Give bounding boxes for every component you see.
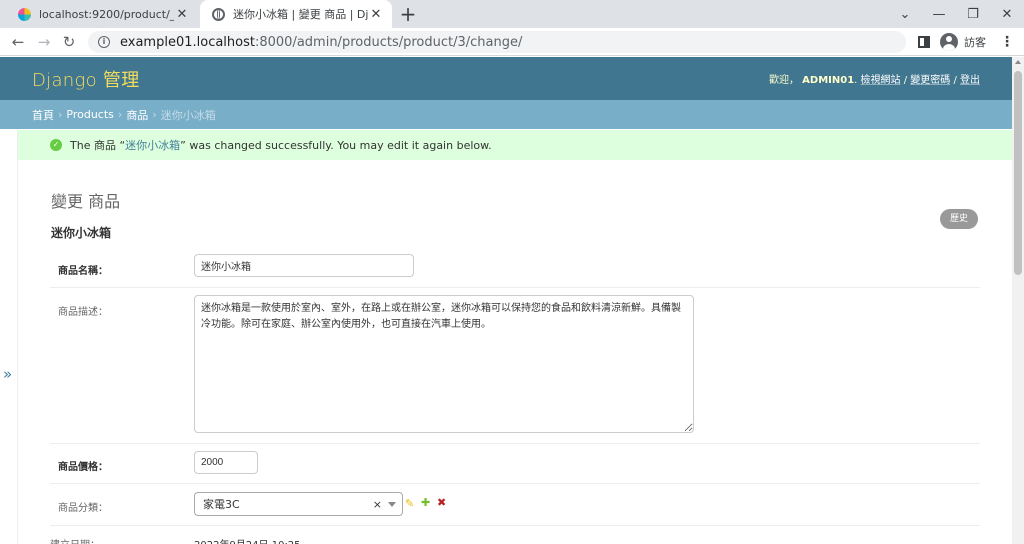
browser-tab-search[interactable]: localhost:9200/product/_search ✕ — [6, 0, 198, 28]
breadcrumb-model[interactable]: 商品 — [126, 107, 148, 123]
delete-related-icon[interactable]: ✖ — [437, 496, 446, 509]
description-textarea[interactable]: 迷你冰箱是一款使用於室內、室外，在路上或在辦公室，迷你冰箱可以保持您的食品和飲料… — [194, 295, 694, 433]
form-row-description: 商品描述： 迷你冰箱是一款使用於室內、室外，在路上或在辦公室，迷你冰箱可以保持您… — [50, 288, 980, 444]
address-bar[interactable]: i example01.localhost:8000/admin/product… — [88, 31, 906, 53]
site-branding[interactable]: Django 管理 — [32, 66, 140, 92]
breadcrumb-home[interactable]: 首頁 — [32, 107, 54, 123]
welcome-text: 歡迎， — [768, 75, 799, 86]
browser-tab-admin[interactable]: 迷你小冰箱 | 變更 商品 | Django ✕ — [200, 0, 392, 28]
url-text: example01.localhost:8000/admin/products/… — [120, 34, 523, 50]
username: ADMIN01 — [802, 75, 855, 86]
site-info-icon[interactable]: i — [98, 36, 110, 48]
avatar-icon — [940, 33, 958, 51]
profile-name: 訪客 — [964, 36, 986, 49]
minimize-button[interactable]: — — [922, 7, 956, 22]
scrollbar-thumb[interactable] — [1014, 71, 1022, 275]
created-value: 2022年9月24日 10:25 — [194, 536, 301, 544]
close-tab-icon[interactable]: ✕ — [174, 7, 190, 22]
message-object-link[interactable]: 迷你小冰箱 — [125, 139, 180, 152]
category-label: 商品分類： — [58, 503, 108, 514]
elastic-icon — [18, 7, 31, 21]
forward-button[interactable]: → — [34, 32, 54, 52]
clear-selection-icon[interactable]: × — [373, 498, 382, 511]
close-tab-icon[interactable]: ✕ — [368, 7, 384, 22]
browser-menu-icon[interactable]: ⋮ — [1000, 33, 1014, 51]
profile-button[interactable]: 訪客 — [940, 32, 986, 52]
expand-sidebar-icon[interactable]: » — [3, 365, 12, 383]
browser-tab-bar: localhost:9200/product/_search ✕ 迷你小冰箱 |… — [0, 0, 1024, 28]
breadcrumb-current: 迷你小冰箱 — [160, 108, 216, 122]
edit-related-icon[interactable]: ✎ — [405, 497, 414, 510]
logout-link[interactable]: 登出 — [960, 75, 980, 86]
page-scrollbar[interactable] — [1012, 57, 1024, 544]
message-text: The 商品 “迷你小冰箱” was changed successfully.… — [70, 139, 492, 152]
globe-icon — [212, 7, 225, 21]
view-site-link[interactable]: 檢視網站 — [861, 75, 901, 86]
change-password-link[interactable]: 變更密碼 — [910, 75, 950, 86]
category-selected-value: 家電3C — [203, 498, 240, 511]
breadcrumb: 首頁 › Products › 商品 › 迷你小冰箱 — [0, 100, 1012, 129]
reload-button[interactable]: ↻ — [59, 32, 79, 52]
add-related-icon[interactable]: ✚ — [421, 496, 430, 509]
form-row-name: 商品名稱： — [50, 248, 980, 288]
dropdown-arrow-icon[interactable] — [388, 501, 396, 507]
side-panel-icon[interactable] — [918, 36, 930, 48]
window-controls: ⌄ — ❐ ✕ — [888, 0, 1024, 28]
close-window-button[interactable]: ✕ — [990, 7, 1024, 22]
tab-title: 迷你小冰箱 | 變更 商品 | Django — [233, 8, 368, 21]
form-row-price: 商品價格： — [50, 444, 980, 484]
page-title: 變更 商品 — [51, 192, 121, 211]
name-input[interactable] — [194, 254, 414, 277]
admin-header: Django 管理 歡迎， ADMIN01. 檢視網站 / 變更密碼 / 登出 — [0, 57, 1012, 100]
object-title: 迷你小冰箱 — [51, 226, 112, 240]
restore-button[interactable]: ❐ — [956, 7, 990, 22]
price-label: 商品價格： — [58, 462, 108, 473]
category-select[interactable]: 家電3C × — [194, 492, 403, 516]
user-tools: 歡迎， ADMIN01. 檢視網站 / 變更密碼 / 登出 — [768, 75, 980, 86]
tab-title: localhost:9200/product/_search — [39, 7, 174, 21]
description-label: 商品描述： — [58, 307, 108, 318]
created-label: 建立日期： — [50, 536, 100, 544]
tab-search-icon[interactable]: ⌄ — [888, 7, 922, 22]
new-tab-button[interactable]: + — [398, 3, 418, 25]
success-message: ✓ The 商品 “迷你小冰箱” was changed successfull… — [18, 130, 1012, 160]
name-label: 商品名稱： — [58, 266, 108, 277]
form-row-category: 商品分類： 家電3C × ✎ ✚ ✖ — [50, 484, 980, 526]
breadcrumb-app[interactable]: Products — [66, 108, 114, 121]
browser-toolbar: ← → ↻ i example01.localhost:8000/admin/p… — [0, 28, 1024, 56]
price-input[interactable] — [194, 451, 258, 474]
success-check-icon: ✓ — [50, 139, 62, 151]
back-button[interactable]: ← — [8, 32, 28, 52]
scroll-up-arrow-icon[interactable] — [1015, 60, 1021, 64]
nav-sidebar-toggle[interactable]: » — [0, 130, 18, 544]
history-button[interactable]: 歷史 — [940, 209, 978, 229]
